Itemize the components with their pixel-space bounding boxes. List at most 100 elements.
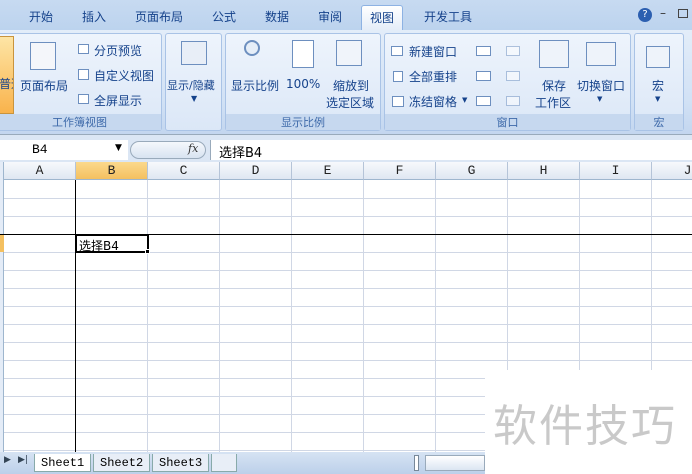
restore-icon[interactable]	[678, 9, 688, 18]
sheet-tab-sheet2[interactable]: Sheet2	[93, 454, 151, 472]
gridline	[4, 360, 692, 361]
gridline	[4, 198, 692, 199]
tab-split-handle[interactable]	[414, 455, 419, 471]
normal-view-button[interactable]: 普通	[0, 36, 14, 114]
horizontal-scrollbar[interactable]	[425, 455, 485, 471]
save-workspace-button[interactable]: 保存	[542, 77, 566, 94]
tab-formulas[interactable]: 公式	[212, 8, 236, 25]
row-headers[interactable]	[0, 162, 4, 452]
group-show-hide: 显示/隐藏 ▼	[165, 33, 222, 131]
zoom-selection-label: 选定区域	[326, 96, 375, 110]
column-header-g[interactable]: G	[436, 162, 508, 180]
hide-icon[interactable]	[476, 71, 491, 81]
zoom-selection-button[interactable]: 缩放到	[333, 77, 369, 94]
column-header-c[interactable]: C	[148, 162, 220, 180]
gridline	[291, 180, 292, 452]
insert-function-icon[interactable]: fx	[188, 142, 198, 155]
ribbon-tab-bar: 开始 插入 页面布局 公式 数据 审阅 视图 开发工具 ? –	[0, 0, 692, 31]
new-window-button[interactable]: 新建窗口	[409, 43, 457, 60]
group-zoom: 显示比例 100% 缩放到 选定区域 显示比例	[225, 33, 381, 131]
column-header-b[interactable]: B	[76, 162, 148, 180]
next-sheet-icon[interactable]: ▶	[4, 455, 11, 465]
zoom-100-button[interactable]: 100%	[286, 77, 320, 91]
column-header-j[interactable]: J	[652, 162, 692, 180]
column-header-h[interactable]: H	[508, 162, 580, 180]
freeze-pane-vertical-line	[75, 180, 76, 452]
watermark: 软件技巧	[485, 370, 692, 474]
help-icon[interactable]: ?	[638, 8, 652, 22]
tab-page-layout[interactable]: 页面布局	[135, 8, 183, 25]
magnifier-icon	[244, 40, 260, 56]
last-sheet-icon[interactable]: ▶|	[18, 455, 28, 465]
full-screen-button[interactable]: 全屏显示	[94, 92, 142, 109]
chevron-down-icon: ▼	[462, 96, 468, 104]
column-header-d[interactable]: D	[220, 162, 292, 180]
sync-scroll-icon[interactable]	[506, 71, 520, 81]
zoom-selection-icon	[336, 40, 362, 66]
side-by-side-icon[interactable]	[506, 46, 520, 56]
macros-button[interactable]: 宏	[652, 77, 664, 94]
page-100-icon	[292, 40, 314, 68]
save-workspace-icon	[539, 40, 569, 68]
name-box-dropdown-icon[interactable]: ▼	[115, 143, 122, 153]
gridline	[219, 180, 220, 452]
group-window: 新建窗口 全部重排 冻结窗格 ▼ 保存 工作区 切换窗口 ▼ 窗口	[384, 33, 631, 131]
tab-home[interactable]: 开始	[29, 8, 53, 25]
show-hide-button[interactable]: 显示/隐藏	[167, 77, 215, 93]
group-macros: 宏 ▼ 宏	[634, 33, 684, 131]
custom-views-icon	[78, 69, 89, 80]
column-header-e[interactable]: E	[292, 162, 364, 180]
row-header-selected[interactable]	[0, 234, 4, 252]
tab-review[interactable]: 审阅	[318, 8, 342, 25]
gridline	[4, 342, 692, 343]
tab-developer[interactable]: 开发工具	[424, 8, 472, 25]
minimize-icon[interactable]: –	[660, 6, 666, 20]
cell-b4[interactable]: 选择B4	[75, 234, 149, 253]
chevron-down-icon: ▼	[655, 95, 661, 103]
chevron-down-icon: ▼	[191, 94, 198, 103]
switch-windows-icon	[586, 42, 616, 66]
gridline	[363, 180, 364, 452]
zoom-button[interactable]: 显示比例	[231, 77, 279, 94]
tab-data[interactable]: 数据	[265, 8, 289, 25]
group-label: 工作簿视图	[0, 114, 161, 130]
fill-handle[interactable]	[145, 249, 150, 254]
reset-position-icon[interactable]	[506, 96, 520, 106]
page-layout-button[interactable]: 页面布局	[20, 77, 68, 94]
column-header-i[interactable]: I	[580, 162, 652, 180]
sheet-tab-sheet3[interactable]: Sheet3	[152, 454, 210, 472]
column-header-f[interactable]: F	[364, 162, 436, 180]
insert-sheet-icon[interactable]	[211, 454, 237, 472]
arrange-all-button[interactable]: 全部重排	[409, 68, 457, 85]
macros-icon	[646, 46, 670, 68]
gridline	[4, 216, 692, 217]
freeze-panes-button[interactable]: 冻结窗格	[409, 93, 457, 110]
ribbon: 普通 页面布局 分页预览 自定义视图 全屏显示 工作簿视图 显示/隐藏 ▼ 显示…	[0, 30, 692, 134]
chevron-down-icon: ▼	[597, 95, 603, 103]
unhide-icon[interactable]	[476, 96, 491, 106]
arrange-all-icon	[393, 71, 403, 82]
column-header-a[interactable]: A	[4, 162, 76, 180]
custom-views-button[interactable]: 自定义视图	[94, 67, 154, 84]
full-screen-icon	[78, 94, 89, 104]
gridline	[4, 324, 692, 325]
gridline	[4, 288, 692, 289]
group-label: 窗口	[385, 114, 630, 130]
tab-insert[interactable]: 插入	[82, 8, 106, 25]
sheet-tab-sheet1[interactable]: Sheet1	[34, 454, 92, 472]
name-box[interactable]: B4	[0, 140, 128, 160]
formula-input[interactable]: 选择B4	[210, 140, 692, 161]
gridline	[4, 270, 692, 271]
group-label: 宏	[635, 114, 683, 130]
page-layout-icon	[30, 42, 56, 70]
tab-view[interactable]: 视图	[361, 5, 404, 31]
new-window-icon	[391, 46, 403, 56]
gridline	[147, 180, 148, 452]
show-hide-icon	[181, 41, 207, 65]
freeze-panes-icon	[392, 96, 404, 107]
group-workbook-views: 普通 页面布局 分页预览 自定义视图 全屏显示 工作簿视图	[0, 33, 162, 131]
page-break-button[interactable]: 分页预览	[94, 42, 142, 59]
gridline	[4, 306, 692, 307]
switch-windows-button[interactable]: 切换窗口	[577, 77, 625, 94]
split-icon[interactable]	[476, 46, 491, 56]
